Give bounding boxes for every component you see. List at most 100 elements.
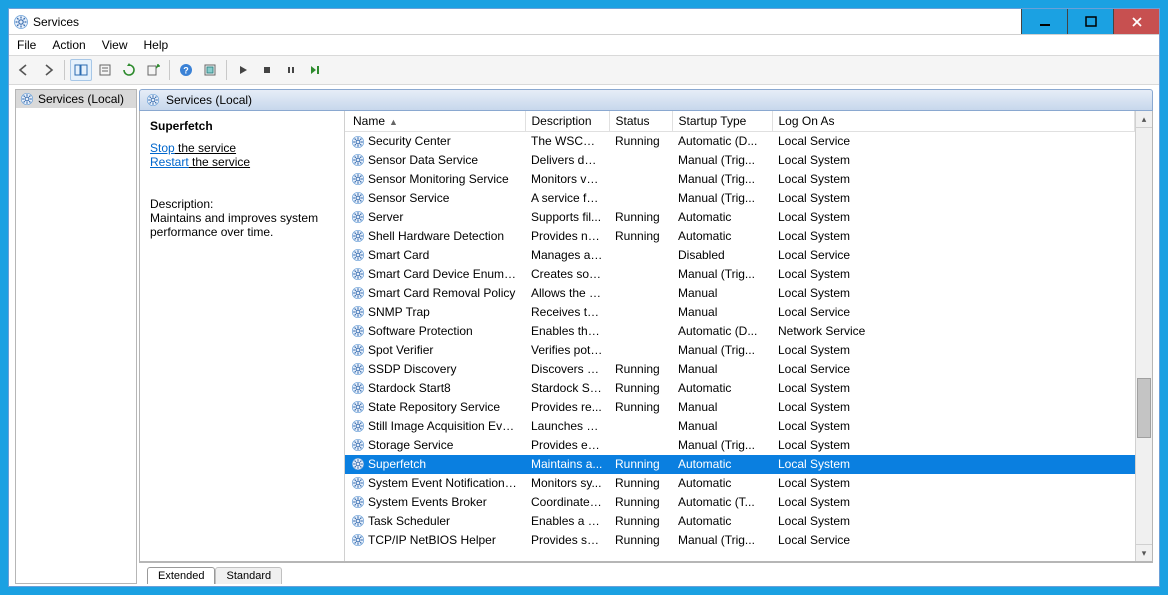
service-row[interactable]: Spot VerifierVerifies pote...Manual (Tri…: [345, 341, 1135, 360]
services-list: Name▲ Description Status Startup Type Lo…: [345, 111, 1152, 561]
service-row[interactable]: Shell Hardware DetectionProvides no...Ru…: [345, 227, 1135, 246]
gear-icon: [351, 495, 365, 509]
selected-service-name: Superfetch: [150, 119, 334, 133]
scroll-up-button[interactable]: ▴: [1136, 111, 1152, 128]
scroll-down-button[interactable]: ▾: [1136, 544, 1152, 561]
service-row[interactable]: Sensor ServiceA service fo...Manual (Tri…: [345, 189, 1135, 208]
service-logon: Local System: [772, 341, 1135, 360]
properties2-button[interactable]: [199, 59, 221, 81]
service-row[interactable]: Smart CardManages ac...DisabledLocal Ser…: [345, 246, 1135, 265]
scroll-track[interactable]: [1136, 128, 1152, 544]
service-description: Enables the ...: [525, 322, 609, 341]
export-button[interactable]: [142, 59, 164, 81]
vertical-scrollbar[interactable]: ▴ ▾: [1135, 111, 1152, 561]
service-status: Running: [609, 512, 672, 531]
service-row[interactable]: Sensor Data ServiceDelivers dat...Manual…: [345, 151, 1135, 170]
restart-service-button[interactable]: [304, 59, 326, 81]
service-row[interactable]: Still Image Acquisition EventsLaunches a…: [345, 417, 1135, 436]
menu-file[interactable]: File: [17, 38, 36, 52]
pause-service-button[interactable]: [280, 59, 302, 81]
service-row[interactable]: SuperfetchMaintains a...RunningAutomatic…: [345, 455, 1135, 474]
stop-service-button[interactable]: [256, 59, 278, 81]
service-startup: Automatic: [672, 474, 772, 493]
service-name: State Repository Service: [368, 400, 500, 414]
gear-icon: [351, 362, 365, 376]
service-row[interactable]: Smart Card Removal PolicyAllows the s...…: [345, 284, 1135, 303]
restart-link[interactable]: Restart: [150, 155, 189, 169]
col-startup[interactable]: Startup Type: [672, 111, 772, 132]
stop-link[interactable]: Stop: [150, 141, 175, 155]
service-name: Smart Card: [368, 248, 429, 262]
menu-help[interactable]: Help: [144, 38, 169, 52]
gear-icon: [351, 267, 365, 281]
service-row[interactable]: Software ProtectionEnables the ...Automa…: [345, 322, 1135, 341]
list-scroll[interactable]: Name▲ Description Status Startup Type Lo…: [345, 111, 1135, 561]
service-description: Receives tra...: [525, 303, 609, 322]
service-name: Security Center: [368, 134, 451, 148]
gear-icon: [351, 135, 365, 149]
col-name[interactable]: Name▲: [345, 111, 525, 132]
service-description: Provides en...: [525, 436, 609, 455]
back-button[interactable]: [13, 59, 35, 81]
menu-action[interactable]: Action: [52, 38, 85, 52]
properties-button[interactable]: [94, 59, 116, 81]
app-icon: [13, 14, 29, 30]
menu-view[interactable]: View: [102, 38, 128, 52]
service-row[interactable]: State Repository ServiceProvides re...Ru…: [345, 398, 1135, 417]
service-row[interactable]: System Event Notification S...Monitors s…: [345, 474, 1135, 493]
start-service-button[interactable]: [232, 59, 254, 81]
service-description: Stardock St...: [525, 379, 609, 398]
col-status[interactable]: Status: [609, 111, 672, 132]
gear-icon: [351, 343, 365, 357]
gear-icon: [351, 476, 365, 490]
service-name: SSDP Discovery: [368, 362, 456, 376]
restart-suffix: the service: [189, 155, 250, 169]
service-row[interactable]: Stardock Start8Stardock St...RunningAuto…: [345, 379, 1135, 398]
service-logon: Local Service: [772, 303, 1135, 322]
service-row[interactable]: TCP/IP NetBIOS HelperProvides su...Runni…: [345, 531, 1135, 550]
service-logon: Local System: [772, 455, 1135, 474]
service-startup: Automatic: [672, 379, 772, 398]
service-row[interactable]: Storage ServiceProvides en...Manual (Tri…: [345, 436, 1135, 455]
gear-icon: [351, 457, 365, 471]
service-description: Provides no...: [525, 227, 609, 246]
service-row[interactable]: Security CenterThe WSCSV...RunningAutoma…: [345, 132, 1135, 151]
service-name: Smart Card Device Enumera...: [368, 267, 525, 281]
gear-icon: [351, 400, 365, 414]
service-row[interactable]: Task SchedulerEnables a us...RunningAuto…: [345, 512, 1135, 531]
service-description: Coordinates...: [525, 493, 609, 512]
col-logon[interactable]: Log On As: [772, 111, 1135, 132]
show-hide-tree-button[interactable]: [70, 59, 92, 81]
separator: [169, 60, 170, 80]
tab-standard[interactable]: Standard: [215, 567, 282, 584]
help-button[interactable]: ?: [175, 59, 197, 81]
info-panel: Superfetch Stop the service Restart the …: [140, 111, 345, 561]
tree-root-label: Services (Local): [38, 92, 124, 106]
titlebar[interactable]: Services: [9, 9, 1159, 35]
service-row[interactable]: SSDP DiscoveryDiscovers n...RunningManua…: [345, 360, 1135, 379]
service-status: Running: [609, 493, 672, 512]
service-startup: Automatic (T...: [672, 493, 772, 512]
close-button[interactable]: [1113, 9, 1159, 34]
tab-extended[interactable]: Extended: [147, 567, 215, 584]
tree-root-item[interactable]: Services (Local): [16, 90, 136, 108]
scroll-thumb[interactable]: [1137, 378, 1151, 438]
refresh-button[interactable]: [118, 59, 140, 81]
maximize-button[interactable]: [1067, 9, 1113, 34]
col-description[interactable]: Description: [525, 111, 609, 132]
service-row[interactable]: ServerSupports fil...RunningAutomaticLoc…: [345, 208, 1135, 227]
service-status: Running: [609, 379, 672, 398]
service-row[interactable]: SNMP TrapReceives tra...ManualLocal Serv…: [345, 303, 1135, 322]
minimize-button[interactable]: [1021, 9, 1067, 34]
service-name: Task Scheduler: [368, 514, 450, 528]
service-row[interactable]: Sensor Monitoring ServiceMonitors va...M…: [345, 170, 1135, 189]
service-row[interactable]: System Events BrokerCoordinates...Runnin…: [345, 493, 1135, 512]
separator: [64, 60, 65, 80]
service-name: Superfetch: [368, 457, 426, 471]
gear-icon: [351, 229, 365, 243]
service-status: [609, 265, 672, 284]
forward-button[interactable]: [37, 59, 59, 81]
tree-pane[interactable]: Services (Local): [15, 89, 137, 584]
service-row[interactable]: Smart Card Device Enumera...Creates soft…: [345, 265, 1135, 284]
sort-asc-icon: ▲: [389, 117, 398, 127]
